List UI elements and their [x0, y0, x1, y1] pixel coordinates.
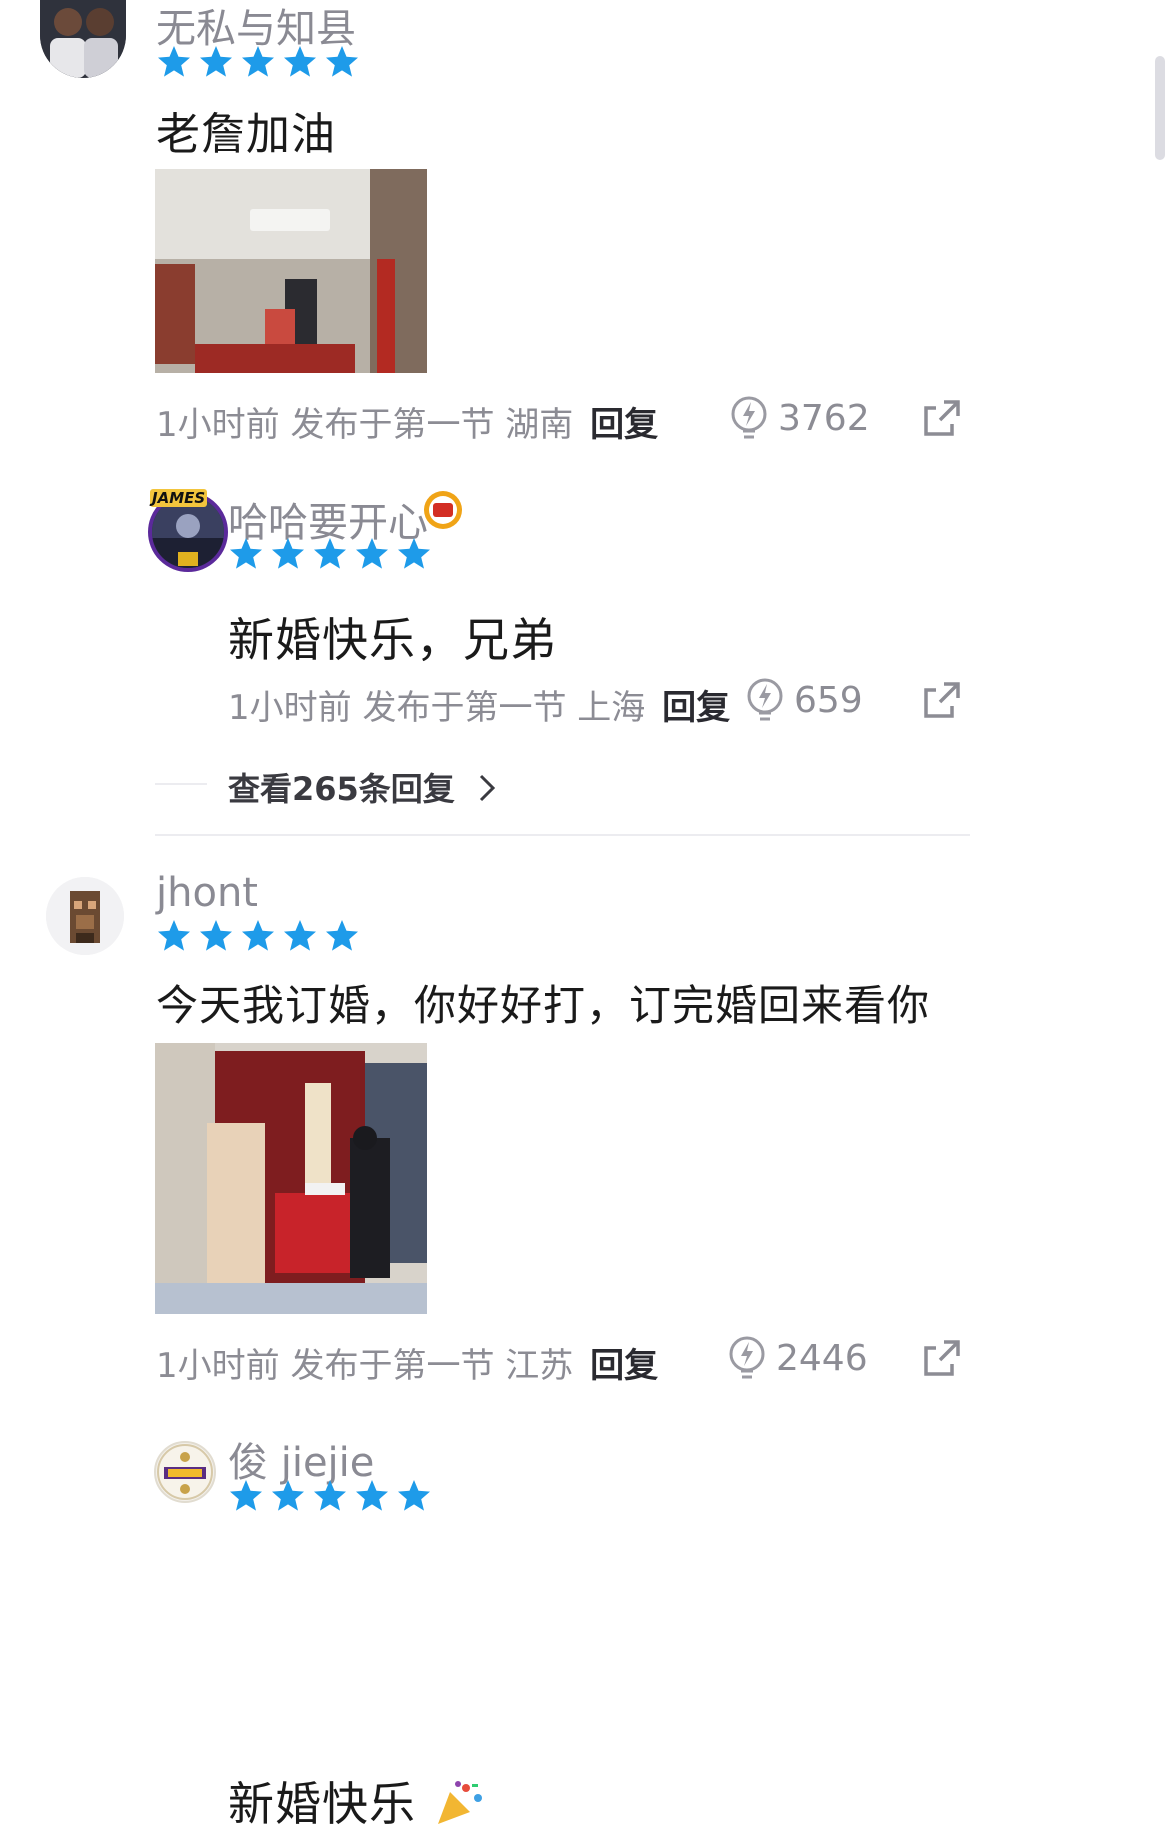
medal-icon — [424, 491, 462, 529]
timestamp: 1小时前 — [228, 688, 352, 728]
star-icon — [326, 46, 358, 77]
star-icon — [158, 46, 190, 77]
avatar[interactable] — [46, 877, 124, 955]
star-icon — [242, 920, 274, 951]
comment-text: 新婚快乐 — [228, 1768, 484, 1834]
lightning-bulb-icon[interactable] — [726, 1334, 768, 1382]
reply-button[interactable]: 回复 — [590, 405, 658, 445]
region: 上海 — [577, 688, 646, 728]
avatar[interactable] — [40, 0, 126, 78]
avatar-badge-text: JAMES — [150, 489, 208, 507]
comment-meta: 1小时前 发布于第一节 江苏 回复 — [156, 1338, 658, 1387]
comment-text: 老詹加油 — [156, 109, 336, 160]
star-icon — [200, 920, 232, 951]
rating-stars — [156, 44, 360, 80]
share-icon[interactable] — [922, 1338, 962, 1378]
rating-stars — [228, 536, 432, 572]
scrollbar[interactable] — [1155, 56, 1165, 160]
like-count: 659 — [794, 680, 863, 721]
lightning-bulb-icon[interactable] — [744, 676, 786, 724]
star-icon — [272, 1480, 304, 1511]
lightning-bulb-icon[interactable] — [728, 394, 770, 442]
section: 发布于第一节 — [362, 688, 567, 728]
star-icon — [356, 538, 388, 569]
star-icon — [284, 920, 316, 951]
comment-meta: 1小时前 发布于第一节 湖南 回复 — [156, 397, 658, 446]
reply-button[interactable]: 回复 — [590, 1346, 658, 1386]
star-icon — [356, 1480, 388, 1511]
avatar[interactable] — [154, 1441, 216, 1503]
star-icon — [230, 538, 262, 569]
party-popper-icon — [437, 1781, 482, 1824]
star-icon — [326, 920, 358, 951]
share-icon[interactable] — [922, 398, 962, 438]
region: 湖南 — [505, 405, 574, 445]
timestamp: 1小时前 — [156, 405, 280, 445]
section: 发布于第一节 — [290, 1346, 495, 1386]
rating-stars — [228, 1478, 432, 1514]
star-icon — [284, 46, 316, 77]
star-icon — [398, 1480, 430, 1511]
comment-meta: 1小时前 发布于第一节 上海 回复 — [228, 680, 730, 729]
view-replies-label: 查看265条回复 — [228, 770, 455, 808]
star-icon — [158, 920, 190, 951]
star-icon — [200, 46, 232, 77]
comment-image[interactable] — [155, 1043, 427, 1314]
reply-button[interactable]: 回复 — [662, 688, 730, 728]
username[interactable]: jhont — [156, 870, 258, 916]
star-icon — [242, 46, 274, 77]
like-count: 2446 — [776, 1338, 868, 1379]
comment-text: 新婚快乐，兄弟 — [228, 613, 557, 667]
comment-text: 今天我订婚，你好好打，订完婚回来看你 — [156, 981, 931, 1030]
star-icon — [314, 538, 346, 569]
comment-divider — [155, 834, 970, 836]
star-icon — [230, 1480, 262, 1511]
star-icon — [398, 538, 430, 569]
comment-image[interactable] — [155, 169, 427, 373]
star-icon — [272, 538, 304, 569]
view-replies-link[interactable]: 查看265条回复 — [228, 764, 498, 810]
section: 发布于第一节 — [290, 405, 495, 445]
like-count: 3762 — [778, 398, 870, 439]
reply-separator — [155, 783, 207, 785]
timestamp: 1小时前 — [156, 1346, 280, 1386]
region: 江苏 — [505, 1346, 574, 1386]
chevron-right-icon — [479, 774, 496, 802]
rating-stars — [156, 918, 360, 954]
star-icon — [314, 1480, 346, 1511]
share-icon[interactable] — [922, 680, 962, 720]
